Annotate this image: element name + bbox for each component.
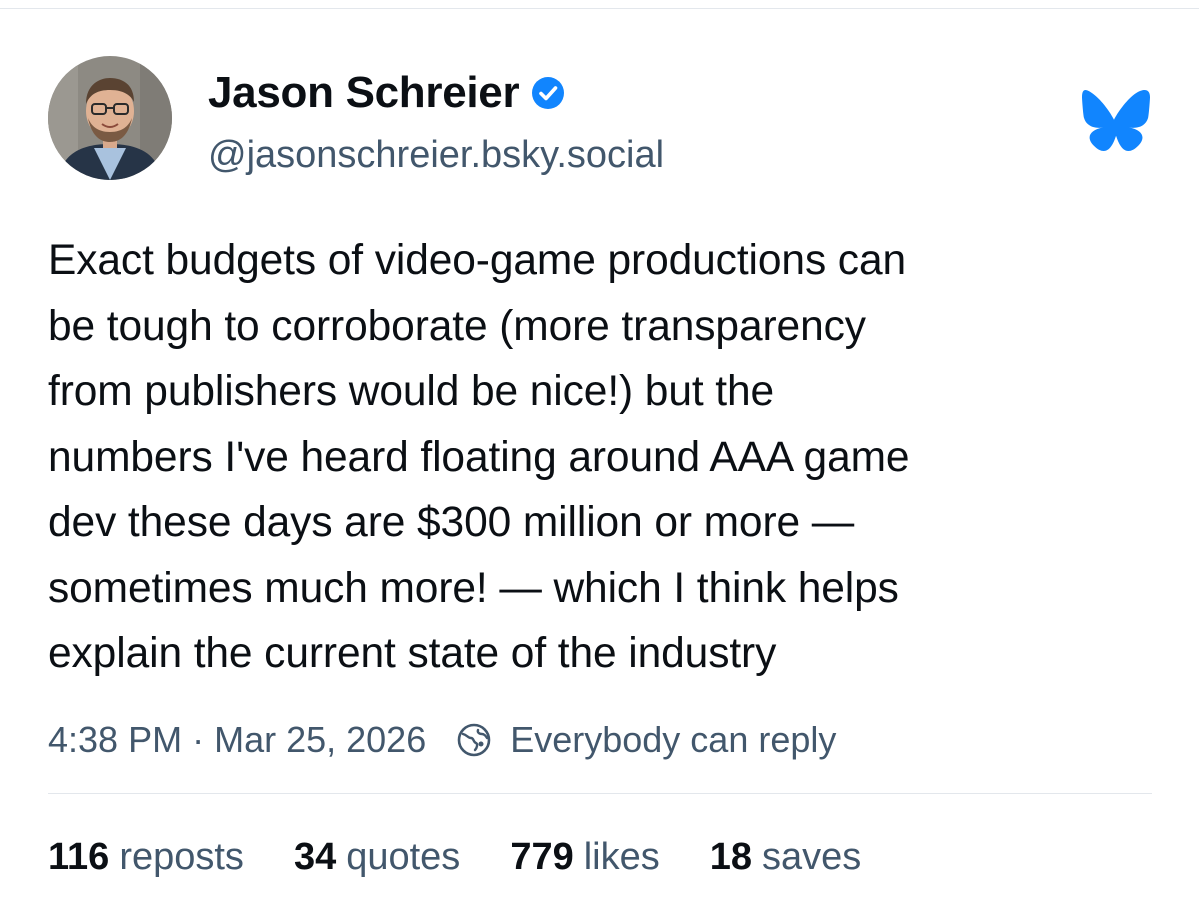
quotes-stat[interactable]: 34 quotes [294,836,460,879]
saves-stat[interactable]: 18 saves [710,836,862,879]
top-divider [0,8,1199,9]
post-time: 4:38 PM [48,718,183,760]
verified-check-icon[interactable] [531,76,565,110]
post-date: Mar 25, 2026 [214,718,427,760]
author-identity: Jason Schreier @jasonschreier.bsky.socia… [208,68,664,177]
globe-icon [456,722,492,758]
name-row: Jason Schreier [208,68,664,118]
likes-label: likes [583,836,660,878]
quotes-count: 34 [293,836,337,878]
bluesky-butterfly-icon[interactable] [1080,88,1152,152]
saves-count: 18 [709,836,753,878]
meta-separator: · [192,718,205,760]
saves-label: saves [762,836,862,878]
likes-stat[interactable]: 779 likes [510,836,659,879]
quotes-label: quotes [346,836,461,878]
engagement-stats: 116 reposts 34 quotes 779 likes 18 saves [48,832,1152,884]
avatar[interactable] [48,56,172,180]
reposts-label: reposts [119,836,244,878]
stats-divider [48,792,1152,794]
post-meta: 4:38 PM · Mar 25, 2026 Everybody can rep… [48,715,1152,765]
reposts-count: 116 [48,836,110,878]
post-body-text: Exact budgets of video-game productions … [48,237,910,677]
reposts-stat[interactable]: 116 reposts [48,836,244,879]
post-header: Jason Schreier @jasonschreier.bsky.socia… [48,56,1152,182]
author-handle[interactable]: @jasonschreier.bsky.social [208,134,664,177]
author-display-name[interactable]: Jason Schreier [208,68,520,118]
reply-setting-label[interactable]: Everybody can reply [510,719,836,761]
post-card: Jason Schreier @jasonschreier.bsky.socia… [48,56,1152,884]
likes-count: 779 [510,836,574,878]
